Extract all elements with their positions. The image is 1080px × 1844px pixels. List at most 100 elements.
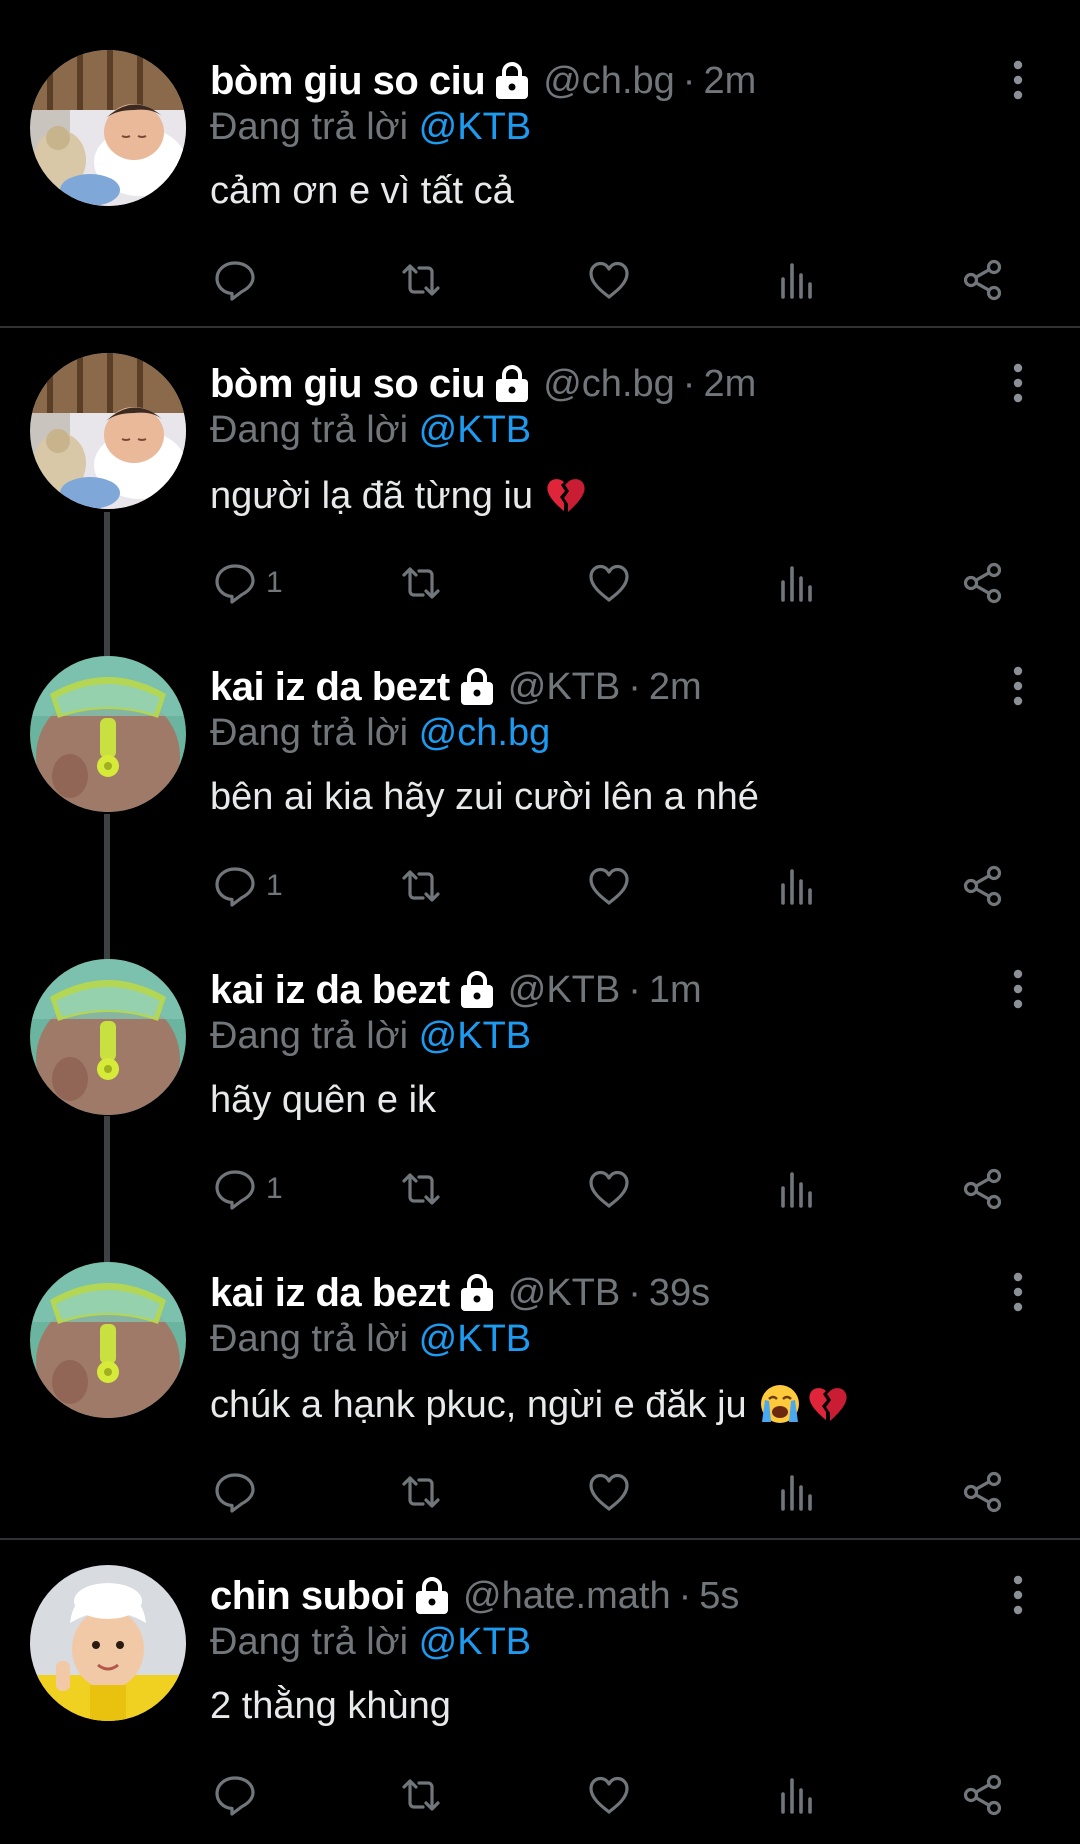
mention-link[interactable]: @KTB	[419, 1015, 531, 1057]
reply-button[interactable]	[212, 256, 266, 304]
like-icon	[586, 1469, 632, 1515]
tweet[interactable]: kai iz da bezt @KTB · 2m Đang trả lời @c…	[0, 606, 1080, 908]
lock-icon	[493, 61, 531, 101]
reply-button[interactable]: 1	[212, 1165, 283, 1213]
share-button[interactable]	[960, 1771, 1006, 1819]
replying-to-label: Đang trả lời	[210, 1318, 409, 1360]
tweet[interactable]: bòm giu so ciu @ch.bg · 2m Đang trả lời …	[0, 303, 1080, 605]
views-button[interactable]	[774, 1468, 820, 1516]
more-icon[interactable]	[1000, 662, 1036, 710]
tweet[interactable]: kai iz da bezt @KTB · 1m Đang trả lời @K…	[0, 909, 1080, 1211]
username[interactable]: @hate.math	[463, 1575, 671, 1618]
avatar[interactable]	[30, 353, 186, 509]
share-button[interactable]	[960, 1165, 1006, 1213]
username[interactable]: @KTB	[508, 666, 620, 709]
timestamp[interactable]: 1m	[649, 969, 702, 1012]
like-button[interactable]	[586, 256, 632, 304]
mention-link[interactable]: @KTB	[419, 1318, 531, 1360]
reply-icon	[212, 560, 258, 606]
mention-link[interactable]: @KTB	[419, 106, 531, 148]
reply-button[interactable]	[212, 1771, 266, 1819]
timestamp[interactable]: 39s	[649, 1272, 710, 1315]
retweet-button[interactable]	[398, 1771, 444, 1819]
username[interactable]: @ch.bg	[543, 60, 675, 103]
more-icon[interactable]	[1000, 1268, 1036, 1316]
tweet[interactable]: kai iz da bezt @KTB · 39s Đang trả lời @…	[0, 1212, 1080, 1538]
views-icon	[774, 560, 820, 606]
mention-link[interactable]: @ch.bg	[419, 712, 551, 754]
share-button[interactable]	[960, 862, 1006, 910]
views-icon	[774, 863, 820, 909]
mention-link[interactable]: @KTB	[419, 409, 531, 451]
mention-link[interactable]: @KTB	[419, 1621, 531, 1663]
username[interactable]: @KTB	[508, 969, 620, 1012]
timestamp[interactable]: 5s	[699, 1575, 739, 1618]
views-button[interactable]	[774, 1771, 820, 1819]
action-bar: 1	[0, 862, 1080, 910]
display-name[interactable]: kai iz da bezt	[210, 968, 450, 1013]
like-button[interactable]	[586, 1771, 632, 1819]
reply-button[interactable]	[212, 1468, 266, 1516]
retweet-button[interactable]	[398, 559, 444, 607]
retweet-icon	[398, 1469, 444, 1515]
broken-heart-icon	[543, 473, 589, 519]
avatar[interactable]	[30, 959, 186, 1115]
more-icon[interactable]	[1000, 56, 1036, 104]
like-button[interactable]	[586, 862, 632, 910]
more-icon[interactable]	[1000, 965, 1036, 1013]
action-bar: 1	[0, 1165, 1080, 1213]
tweet-text: cảm ơn e vì tất cả	[210, 170, 514, 213]
retweet-button[interactable]	[398, 862, 444, 910]
retweet-button[interactable]	[398, 1165, 444, 1213]
username[interactable]: @ch.bg	[543, 363, 675, 406]
avatar[interactable]	[30, 50, 186, 206]
avatar[interactable]	[30, 1262, 186, 1418]
reply-icon	[212, 1772, 258, 1818]
tweet-text-content: người lạ đã từng iu	[210, 474, 533, 517]
display-name[interactable]: bòm giu so ciu	[210, 59, 486, 104]
username[interactable]: @KTB	[508, 1272, 620, 1315]
share-button[interactable]	[960, 1468, 1006, 1516]
share-icon	[960, 560, 1006, 606]
share-button[interactable]	[960, 559, 1006, 607]
like-button[interactable]	[586, 1468, 632, 1516]
views-button[interactable]	[774, 1165, 820, 1213]
more-icon[interactable]	[1000, 1571, 1036, 1619]
display-name[interactable]: kai iz da bezt	[210, 1271, 450, 1316]
share-button[interactable]	[960, 256, 1006, 304]
views-button[interactable]	[774, 559, 820, 607]
display-name[interactable]: kai iz da bezt	[210, 665, 450, 710]
like-button[interactable]	[586, 559, 632, 607]
replying-to: Đang trả lời @KTB	[210, 1621, 531, 1664]
share-icon	[960, 1469, 1006, 1515]
timestamp[interactable]: 2m	[649, 666, 702, 709]
more-icon[interactable]	[1000, 359, 1036, 407]
views-button[interactable]	[774, 862, 820, 910]
display-name[interactable]: bòm giu so ciu	[210, 362, 486, 407]
views-icon	[774, 1469, 820, 1515]
views-icon	[774, 257, 820, 303]
lock-icon	[458, 667, 496, 707]
tweet-header: kai iz da bezt @KTB · 2m	[210, 662, 702, 712]
tweet[interactable]: bòm giu so ciu @ch.bg · 2m Đang trả lời …	[0, 0, 1080, 326]
display-name[interactable]: chin suboi	[210, 1574, 406, 1619]
reply-button[interactable]: 1	[212, 559, 283, 607]
retweet-button[interactable]	[398, 1468, 444, 1516]
reply-feed: bòm giu so ciu @ch.bg · 2m Đang trả lời …	[0, 0, 1080, 1844]
like-icon	[586, 863, 632, 909]
tweet-text: bên ai kia hãy zui cười lên a nhé	[210, 776, 759, 819]
reply-button[interactable]: 1	[212, 862, 283, 910]
like-icon	[586, 1772, 632, 1818]
views-icon	[774, 1772, 820, 1818]
retweet-button[interactable]	[398, 256, 444, 304]
views-button[interactable]	[774, 256, 820, 304]
timestamp[interactable]: 2m	[703, 363, 756, 406]
like-button[interactable]	[586, 1165, 632, 1213]
avatar[interactable]	[30, 656, 186, 812]
reply-count: 1	[266, 566, 283, 599]
separator-dot: ·	[628, 968, 641, 1011]
avatar[interactable]	[30, 1565, 186, 1721]
timestamp[interactable]: 2m	[703, 60, 756, 103]
tweet[interactable]: chin suboi @hate.math · 5s Đang trả lời …	[0, 1515, 1080, 1844]
separator-dot: ·	[628, 1271, 641, 1314]
